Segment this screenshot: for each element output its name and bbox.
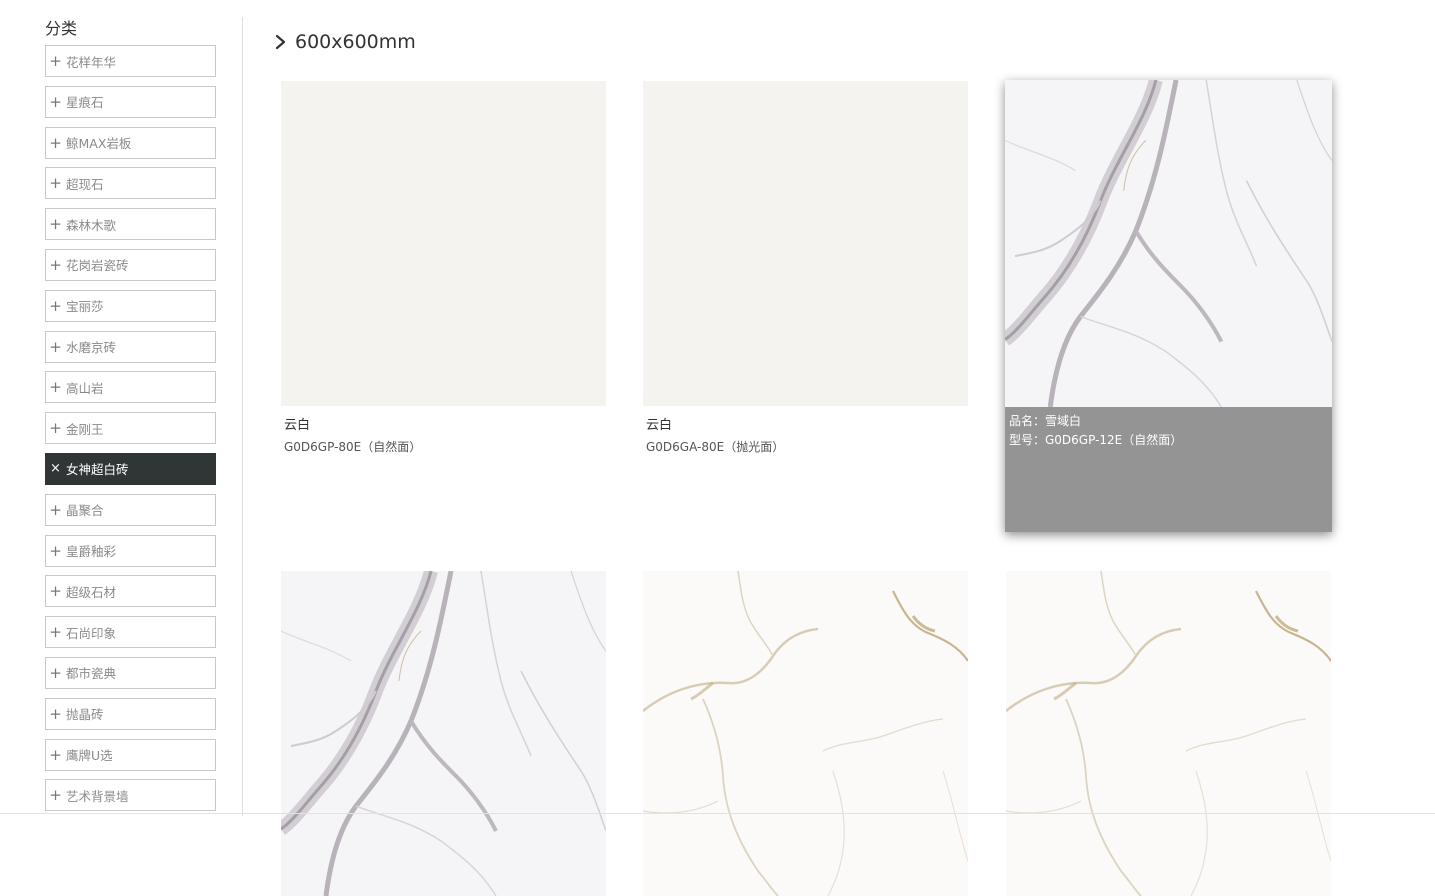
plus-icon: + xyxy=(49,704,62,723)
category-label: 宝丽莎 xyxy=(66,299,104,315)
product-name: 云白 xyxy=(284,418,311,433)
category-item[interactable]: + 鲸MAX岩板 xyxy=(45,126,216,159)
category-item[interactable]: + 石尚印象 xyxy=(45,616,216,649)
product-image[interactable] xyxy=(1006,571,1331,896)
category-item[interactable]: + 都市瓷典 xyxy=(45,656,216,689)
page-bottom-border xyxy=(0,813,1435,814)
category-label: 女神超白砖 xyxy=(66,462,129,478)
category-item[interactable]: + 艺术背景墙 xyxy=(45,779,216,812)
product-image[interactable] xyxy=(643,571,968,896)
category-item[interactable]: + 金刚王 xyxy=(45,412,216,445)
product-image[interactable] xyxy=(1005,80,1332,407)
category-item[interactable]: + 抛晶砖 xyxy=(45,697,216,730)
category-item[interactable]: + 高山岩 xyxy=(45,371,216,404)
category-label: 金刚王 xyxy=(66,421,104,437)
product-card[interactable] xyxy=(1006,571,1331,896)
category-label: 花样年华 xyxy=(66,54,117,70)
product-card[interactable] xyxy=(643,571,968,896)
plus-icon: + xyxy=(49,52,62,70)
plus-icon: + xyxy=(49,786,62,805)
product-card[interactable]: 云白 G0D6GA-80E（抛光面） xyxy=(643,81,968,455)
category-label: 超级石材 xyxy=(66,584,117,600)
product-card[interactable]: 云白 G0D6GP-80E（自然面） xyxy=(281,81,606,455)
sidebar-title: 分类 xyxy=(45,19,78,38)
close-icon: × xyxy=(50,461,61,477)
category-item[interactable]: + 森林木歌 xyxy=(45,208,216,241)
category-label: 星痕石 xyxy=(66,95,104,111)
product-image[interactable] xyxy=(281,81,606,406)
category-item[interactable]: + 花岗岩瓷砖 xyxy=(45,248,216,281)
plus-icon: + xyxy=(49,419,62,438)
category-label: 水磨京砖 xyxy=(66,340,117,356)
product-name-line: 品名：雪域白 xyxy=(1009,414,1082,428)
category-label: 花岗岩瓷砖 xyxy=(66,258,129,274)
category-label: 石尚印象 xyxy=(66,625,117,641)
plus-icon: + xyxy=(49,215,62,234)
category-label: 高山岩 xyxy=(66,380,104,396)
category-label: 晶聚合 xyxy=(66,503,104,519)
category-item[interactable]: + 超现石 xyxy=(45,167,216,200)
category-label: 皇爵釉彩 xyxy=(66,544,117,560)
category-item[interactable]: + 超级石材 xyxy=(45,575,216,608)
category-label: 鲸MAX岩板 xyxy=(66,136,132,152)
category-label: 森林木歌 xyxy=(66,217,117,233)
plus-icon: + xyxy=(49,582,62,601)
sidebar-divider xyxy=(242,17,243,816)
category-label: 艺术背景墙 xyxy=(66,788,129,804)
product-image[interactable] xyxy=(281,571,606,896)
product-card-hovered[interactable]: 品名：雪域白 型号：G0D6GP-12E（自然面） xyxy=(1005,80,1332,532)
plus-icon: + xyxy=(49,541,62,560)
product-model: G0D6GP-80E（自然面） xyxy=(284,440,422,454)
plus-icon: + xyxy=(49,174,62,193)
section-heading-text: 600x600mm xyxy=(295,31,416,53)
category-item[interactable]: + 皇爵釉彩 xyxy=(45,534,216,567)
plus-icon: + xyxy=(49,623,62,642)
plus-icon: + xyxy=(49,500,62,519)
category-label: 鹰牌U选 xyxy=(66,748,113,764)
product-name: 云白 xyxy=(646,418,673,433)
category-item[interactable]: + 晶聚合 xyxy=(45,493,216,526)
plus-icon: + xyxy=(49,337,62,356)
category-item[interactable]: + 鹰牌U选 xyxy=(45,738,216,771)
chevron-right-icon xyxy=(275,34,286,50)
plus-icon: + xyxy=(49,255,62,274)
category-label: 超现石 xyxy=(66,176,104,192)
plus-icon: + xyxy=(49,378,62,397)
category-label: 抛晶砖 xyxy=(66,707,104,723)
product-image[interactable] xyxy=(643,81,968,406)
product-model: G0D6GA-80E（抛光面） xyxy=(646,440,785,454)
plus-icon: + xyxy=(49,296,62,315)
product-card[interactable] xyxy=(281,571,606,896)
plus-icon: + xyxy=(49,92,62,111)
product-info-overlay[interactable]: 品名：雪域白 型号：G0D6GP-12E（自然面） xyxy=(1005,407,1332,532)
product-model-line: 型号：G0D6GP-12E（自然面） xyxy=(1009,433,1183,447)
category-label: 都市瓷典 xyxy=(66,666,117,682)
plus-icon: + xyxy=(49,745,62,764)
category-item[interactable]: + 星痕石 xyxy=(45,85,216,118)
sidebar: 分类 + 花样年华 + 星痕石 + 鲸MAX岩板 + 超现石 + 森林木歌 + 花岗岩瓷砖 + 宝丽莎 + 水… xyxy=(0,0,242,816)
category-list: + 花样年华 + 星痕石 + 鲸MAX岩板 + 超现石 + 森林木歌 + 花岗岩瓷砖 + 宝丽莎 + 水磨京砖… xyxy=(45,45,216,820)
category-item[interactable]: + 花样年华 xyxy=(45,45,216,77)
plus-icon: + xyxy=(49,133,62,152)
category-item[interactable]: + 宝丽莎 xyxy=(45,289,216,322)
category-item[interactable]: + 水磨京砖 xyxy=(45,330,216,363)
section-heading: 600x600mm xyxy=(272,30,416,54)
category-item[interactable]: × 女神超白砖 xyxy=(45,452,216,485)
plus-icon: + xyxy=(49,663,62,682)
